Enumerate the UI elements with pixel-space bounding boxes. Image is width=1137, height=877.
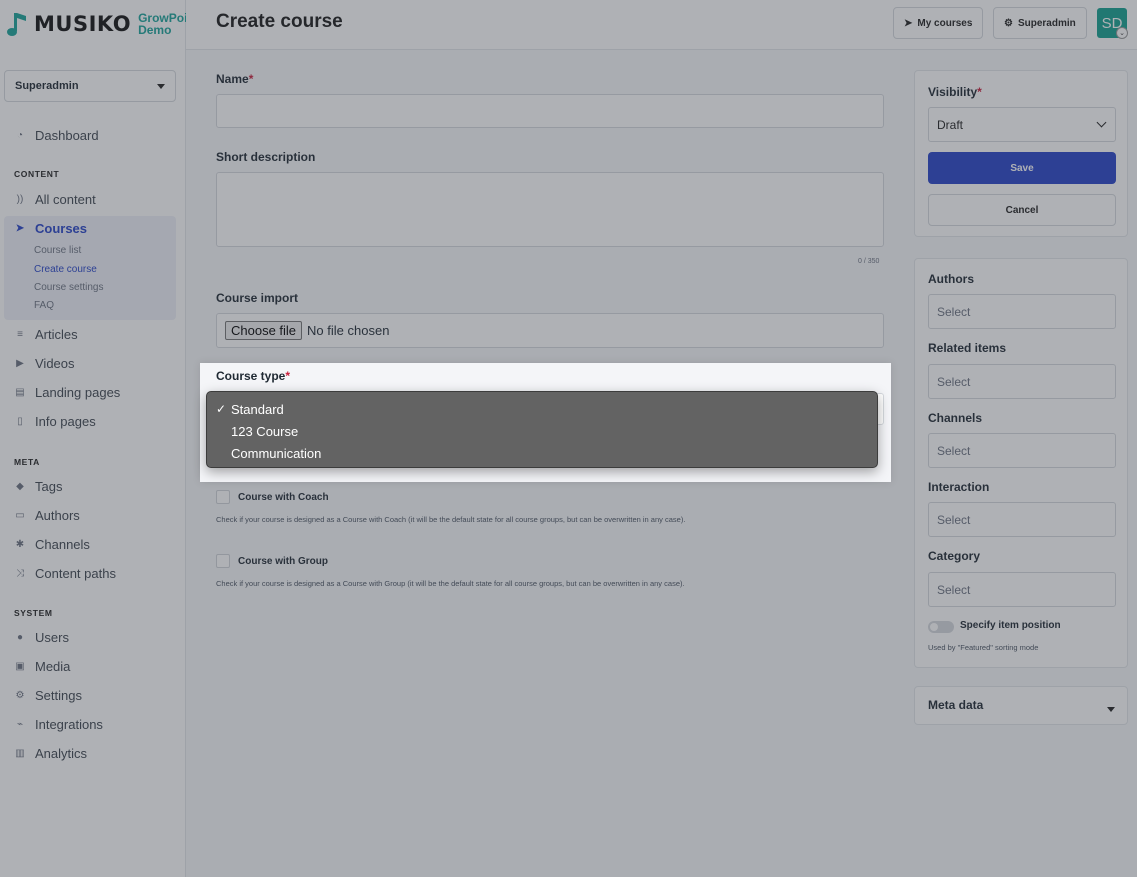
- course-type-label: Course type*: [216, 369, 290, 383]
- check-icon: ✓: [216, 402, 227, 416]
- course-type-dropdown: ✓ Standard 123 Course Communication: [206, 391, 878, 468]
- course-type-option-communication[interactable]: Communication: [207, 442, 877, 464]
- course-type-option-123[interactable]: 123 Course: [207, 420, 877, 442]
- option-label: 123 Course: [231, 423, 299, 439]
- option-label: Standard: [231, 401, 284, 417]
- required-mark: *: [285, 369, 291, 383]
- course-type-label-text: Course type: [216, 369, 286, 383]
- course-type-option-standard[interactable]: ✓ Standard: [207, 398, 877, 420]
- option-label: Communication: [231, 445, 322, 461]
